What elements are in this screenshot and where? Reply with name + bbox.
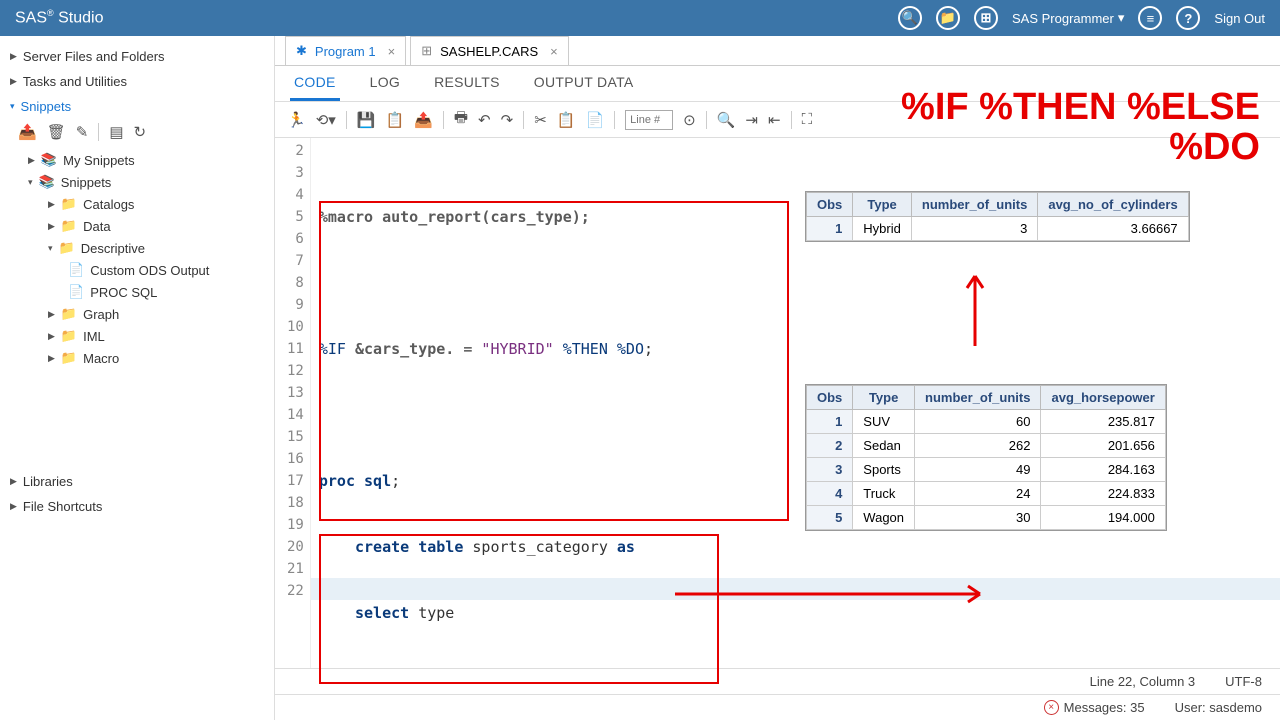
encoding: UTF-8 — [1225, 674, 1262, 689]
overlay-title: %IF %THEN %ELSE %DO — [901, 88, 1260, 168]
arrow-2 — [675, 574, 995, 614]
redo-icon[interactable]: ↷ — [501, 111, 514, 129]
tree-proc-sql[interactable]: 📄PROC SQL — [14, 281, 264, 303]
tab-sashelp-cars[interactable]: ⊞SASHELP.CARS× — [410, 36, 569, 65]
subtab-results[interactable]: RESULTS — [430, 66, 504, 101]
sidebar-section-libraries[interactable]: ▶Libraries — [10, 469, 264, 494]
edit-icon[interactable]: ✎ — [76, 123, 89, 141]
tree-custom-ods[interactable]: 📄Custom ODS Output — [14, 259, 264, 281]
sidebar-section-snippets[interactable]: ▾Snippets — [10, 94, 264, 119]
refresh-icon[interactable]: ↻ — [134, 123, 147, 141]
maximize-icon[interactable]: ⛶ — [802, 111, 813, 128]
indent-icon[interactable]: ⇥ — [745, 111, 758, 129]
snippets-toolbar: 📤 🗑 ✎ ▤ ↻ — [10, 119, 264, 149]
add-icon[interactable]: 📤 — [18, 123, 37, 141]
highlight-box-2 — [319, 534, 719, 684]
highlight-box-1 — [319, 201, 789, 521]
line-gutter: 2345678910111213141516171819202122 — [275, 138, 311, 668]
sidebar-section-file-shortcuts[interactable]: ▶File Shortcuts — [10, 494, 264, 519]
cut-icon[interactable]: ✂ — [534, 111, 547, 129]
status-bar-2: ×Messages: 35 User: sasdemo — [275, 694, 1280, 720]
save-icon[interactable]: 💾 — [357, 111, 376, 129]
file-tabs: ✱Program 1× ⊞SASHELP.CARS× — [275, 36, 1280, 66]
list-icon[interactable]: ▤ — [109, 123, 123, 141]
sidebar-section-tasks[interactable]: ▶Tasks and Utilities — [10, 69, 264, 94]
sidebar: ▶Server Files and Folders ▶Tasks and Uti… — [0, 36, 275, 720]
app-title: SAS® Studio — [15, 8, 103, 27]
outdent-icon[interactable]: ⇤ — [768, 111, 781, 129]
subtab-log[interactable]: LOG — [366, 66, 404, 101]
copy-icon[interactable]: 📋 — [557, 111, 576, 129]
history-icon[interactable]: ⟲▾ — [316, 111, 336, 129]
current-user: User: sasdemo — [1175, 700, 1262, 715]
undo-icon[interactable]: ↶ — [478, 111, 491, 129]
result-table-2: ObsTypenumber_of_unitsavg_horsepower 1SU… — [805, 384, 1167, 531]
cursor-position: Line 22, Column 3 — [1090, 674, 1196, 689]
goto-line-input[interactable] — [625, 110, 673, 130]
close-tab-icon[interactable]: × — [550, 44, 558, 59]
chevron-down-icon: ▾ — [1118, 10, 1125, 26]
tree-catalogs[interactable]: ▶📁Catalogs — [14, 193, 264, 215]
table-icon: ⊞ — [421, 43, 432, 59]
saveas-icon[interactable]: 📋 — [385, 111, 404, 129]
paste-icon[interactable]: 📄 — [585, 111, 604, 129]
star-icon: ✱ — [296, 43, 307, 59]
apps-icon[interactable]: ⊞ — [974, 6, 998, 30]
search-icon[interactable]: 🔍 — [898, 6, 922, 30]
user-role-label: SAS Programmer — [1012, 11, 1114, 26]
delete-icon[interactable]: 🗑 — [47, 123, 66, 141]
subtab-output-data[interactable]: OUTPUT DATA — [530, 66, 638, 101]
tree-macro[interactable]: ▶📁Macro — [14, 347, 264, 369]
sidebar-section-servers[interactable]: ▶Server Files and Folders — [10, 44, 264, 69]
export-icon[interactable]: 📤 — [414, 111, 433, 129]
tree-iml[interactable]: ▶📁IML — [14, 325, 264, 347]
user-role-dropdown[interactable]: SAS Programmer ▾ — [1012, 10, 1124, 26]
messages-count[interactable]: ×Messages: 35 — [1044, 700, 1145, 715]
close-tab-icon[interactable]: × — [388, 44, 396, 59]
tab-program1[interactable]: ✱Program 1× — [285, 36, 406, 65]
tree-graph[interactable]: ▶📁Graph — [14, 303, 264, 325]
signout-link[interactable]: Sign Out — [1214, 11, 1265, 26]
help-icon[interactable]: ? — [1176, 6, 1200, 30]
play-icon[interactable]: ⊙ — [683, 111, 696, 129]
tree-snippets[interactable]: ▾📚Snippets — [14, 171, 264, 193]
subtab-code[interactable]: CODE — [290, 66, 340, 101]
print-icon[interactable]: 🖶 — [454, 107, 468, 132]
more-icon[interactable]: ≡ — [1138, 6, 1162, 30]
open-icon[interactable]: 📁 — [936, 6, 960, 30]
tree-descriptive[interactable]: ▾📁Descriptive — [14, 237, 264, 259]
tree-my-snippets[interactable]: ▶📚My Snippets — [14, 149, 264, 171]
run-icon[interactable]: 🏃 — [287, 111, 306, 129]
tree-data[interactable]: ▶📁Data — [14, 215, 264, 237]
find-icon[interactable]: 🔍 — [717, 111, 736, 129]
arrow-1 — [945, 266, 1005, 346]
result-table-1: ObsTypenumber_of_unitsavg_no_of_cylinder… — [805, 191, 1190, 242]
app-header: SAS® Studio 🔍 📁 ⊞ SAS Programmer ▾ ≡ ? S… — [0, 0, 1280, 36]
